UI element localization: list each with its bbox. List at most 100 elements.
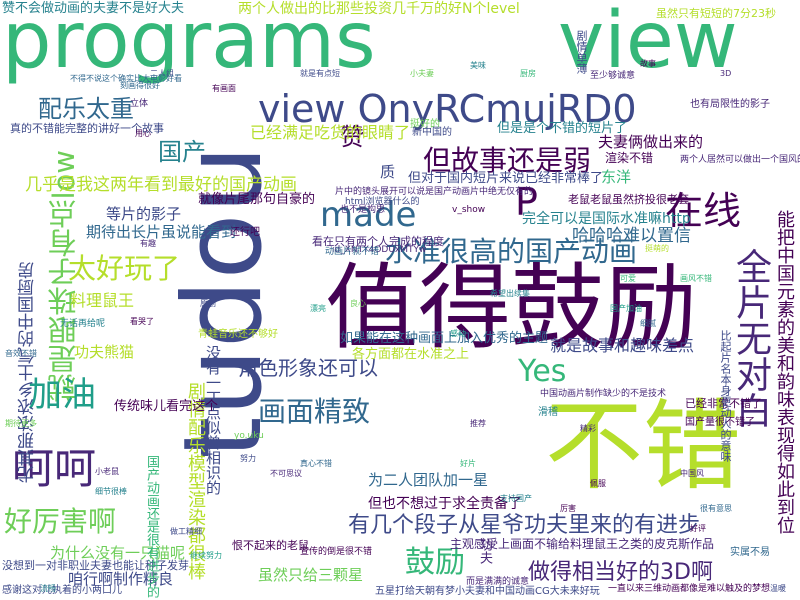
cloud-word: 等片的影子 bbox=[106, 205, 182, 223]
cloud-word: 但对于国内短片来说已经非常棒了 bbox=[408, 171, 604, 186]
cloud-word: 音效不错 bbox=[5, 349, 37, 358]
cloud-word: 小老鼠 bbox=[95, 467, 119, 476]
cloud-word: 五星打给天朝有梦小夫妻和中国动画CG大未来好玩 bbox=[375, 586, 600, 597]
cloud-word: 赞不会做动画的夫妻不是好大夫 bbox=[2, 1, 185, 16]
cloud-word: 渲染不错 bbox=[605, 151, 654, 165]
cloud-word: 可爱 bbox=[620, 274, 636, 283]
cloud-word: 继续努力 bbox=[190, 551, 222, 560]
cloud-word: 虽然只有短短的7分23秒 bbox=[656, 7, 776, 20]
cloud-word: 宣传的倒是很不错 bbox=[300, 547, 373, 557]
cloud-word: 细腻 bbox=[640, 319, 656, 328]
cloud-word: 有几个段子从星爷功夫里来的有进步 bbox=[348, 513, 701, 538]
cloud-word: 不可思议 bbox=[270, 469, 302, 478]
cloud-word: 国产动画还是很有进步的 bbox=[144, 455, 159, 598]
cloud-word: 画面精致 bbox=[258, 395, 371, 428]
cloud-word: 原创 bbox=[200, 299, 216, 308]
cloud-word: 温暖 bbox=[770, 584, 786, 593]
cloud-word: 不得不说这个确实比大电影好看 bbox=[70, 74, 182, 83]
cloud-word: 好评 bbox=[690, 524, 706, 533]
cloud-word: 国产 bbox=[158, 138, 206, 166]
cloud-word: 中国风 bbox=[680, 469, 704, 478]
cloud-word: 刻画得很好 bbox=[120, 81, 160, 90]
cloud-word: 一直以来三维动画都像是难以触及的梦想 bbox=[608, 584, 771, 594]
cloud-word: 料理鼠王 bbox=[70, 291, 135, 310]
cloud-word: 漂亮 bbox=[310, 304, 326, 313]
cloud-word: 不错 bbox=[545, 390, 742, 504]
cloud-word: 好厉害啊 bbox=[4, 505, 117, 538]
cloud-word: 新中国的 bbox=[412, 127, 452, 138]
cloud-word: 至少够诚意 bbox=[590, 71, 636, 81]
cloud-word: 功夫熊猫 bbox=[74, 343, 135, 361]
cloud-word: 哈哈哈难以置信 bbox=[572, 226, 691, 246]
cloud-word: 真心不错 bbox=[300, 459, 332, 468]
cloud-word: Yes bbox=[518, 354, 567, 389]
cloud-word: 推荐 bbox=[470, 419, 486, 428]
cloud-word: 无话再给呢 bbox=[60, 319, 106, 329]
cloud-word: 恨不起来的老鼠 bbox=[232, 539, 309, 552]
cloud-word: 有趣 bbox=[140, 239, 156, 248]
cloud-word: 做工精细 bbox=[170, 527, 202, 536]
cloud-word: yo.uku bbox=[234, 431, 264, 441]
cloud-word: 有画面 bbox=[212, 84, 236, 93]
cloud-word: 看哭了 bbox=[130, 317, 154, 326]
cloud-word: 流畅 bbox=[40, 584, 56, 593]
cloud-word: 片中的镜头展开可以说是国产动画片中绝无仅有的 bbox=[335, 187, 534, 197]
cloud-word: 支持国产 bbox=[500, 494, 532, 503]
cloud-word: 还行吧 bbox=[230, 227, 260, 238]
cloud-word: 画风不错 bbox=[680, 274, 712, 283]
cloud-word: 但也不想过于求全责备了 bbox=[368, 496, 522, 512]
cloud-word: 期待更多 bbox=[5, 419, 37, 428]
cloud-word: 尤其那浓浓乡土气的中国厨房 bbox=[18, 262, 38, 483]
cloud-word: 没想到一对非职业夫妻也能让种子发芽 bbox=[2, 559, 189, 572]
cloud-word: 为二人团队加一星 bbox=[368, 471, 489, 489]
cloud-word: 传统味儿看完这个 bbox=[114, 399, 219, 414]
cloud-word: 厨房 bbox=[520, 69, 536, 78]
cloud-word: 就是故事和趣味差点 bbox=[550, 336, 695, 355]
cloud-word: 故事 bbox=[640, 59, 656, 68]
cloud-word: 已经满足吃货的眼睛了 bbox=[250, 123, 411, 142]
cloud-word: 厉害 bbox=[560, 504, 576, 513]
cloud-word: 质 bbox=[380, 163, 396, 181]
cloud-word: 功夫 bbox=[477, 538, 492, 564]
cloud-word: 青蛙音乐还不够好 bbox=[198, 329, 278, 340]
cloud-word: 立体 bbox=[130, 99, 149, 109]
cloud-word: 比起片名本身更动人的意味 bbox=[719, 330, 732, 462]
cloud-word: 而是满满的诚意 bbox=[466, 577, 530, 587]
cloud-word: 期待出长片虽说能看到 bbox=[86, 223, 237, 241]
cloud-word: 东洋 bbox=[601, 168, 632, 186]
cloud-word: 良心 bbox=[350, 299, 366, 308]
cloud-word: 也不是构思 bbox=[340, 205, 386, 215]
cloud-word: 鼓励 bbox=[405, 545, 465, 580]
cloud-word: 中国动画片制作缺少的不是技术 bbox=[540, 389, 667, 399]
cloud-word: 挺萌的 bbox=[645, 244, 669, 253]
cloud-word: 感谢这对儿执着的小两口儿 bbox=[2, 585, 122, 596]
cloud-word: 做得相当好的3D啊 bbox=[528, 560, 713, 585]
cloud-word: 各方面都在水准之上 bbox=[352, 347, 470, 362]
cloud-word: 但是是个不错的短片了 bbox=[497, 121, 628, 136]
cloud-word: 很有意思 bbox=[700, 504, 732, 513]
word-cloud: programs view tudou 值得鼓励 不错 view OnyRCmu… bbox=[0, 0, 800, 600]
cloud-word: 没有一丁点似曾相识的 bbox=[204, 345, 222, 495]
cloud-word: 配乐太重 bbox=[38, 95, 134, 123]
cloud-word: v_show bbox=[452, 205, 486, 215]
cloud-word: 老鼠老鼠虽然挤投很老套 bbox=[568, 193, 689, 206]
cloud-word: 两个人居然可以做出一个国风的效果 bbox=[680, 155, 800, 165]
cloud-word: 佩服 bbox=[590, 479, 606, 488]
cloud-word: 美味 bbox=[470, 61, 486, 70]
cloud-word: 虽然只给三颗星 bbox=[258, 566, 364, 584]
cloud-word: 希望出续集 bbox=[490, 289, 530, 298]
cloud-word: 太好玩了 bbox=[68, 252, 181, 285]
cloud-word: 精彩 bbox=[580, 424, 596, 433]
cloud-word: 就是有点短 bbox=[300, 69, 340, 78]
cloud-word: 细节很棒 bbox=[95, 487, 127, 496]
cloud-word: 就像片尾那句自豪的 bbox=[198, 192, 316, 207]
cloud-word: 两个人做出的比那些投资几千万的好N个level bbox=[238, 1, 520, 17]
cloud-word: 剧情单薄 bbox=[575, 30, 588, 74]
cloud-word: 实属不易 bbox=[730, 547, 770, 558]
cloud-word: 好片 bbox=[460, 459, 476, 468]
cloud-word: 感动 bbox=[450, 329, 466, 338]
cloud-word: 国产加油 bbox=[610, 304, 642, 313]
cloud-word: 如果能在这种画面上加入优秀的主题 bbox=[340, 331, 549, 346]
cloud-word: 用心 bbox=[135, 129, 151, 138]
cloud-word: 滑稽 bbox=[538, 407, 558, 418]
